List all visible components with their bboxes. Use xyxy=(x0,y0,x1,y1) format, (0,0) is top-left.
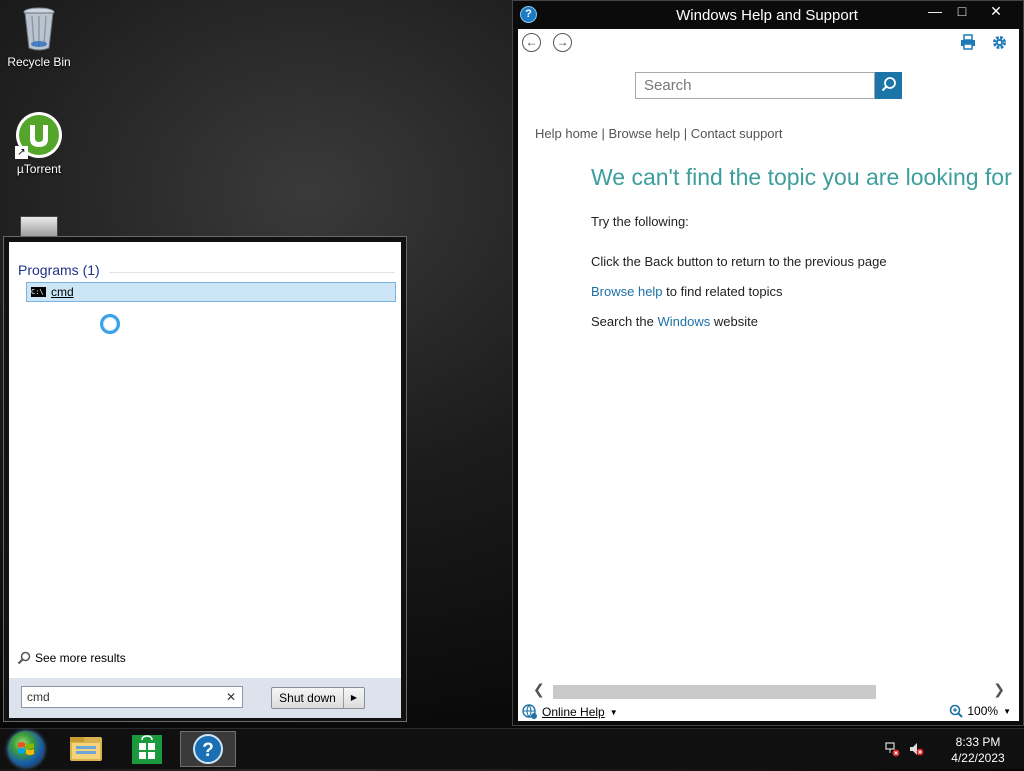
shortcut-arrow-icon: ↗ xyxy=(15,146,28,159)
scroll-right-arrow-icon[interactable]: ❯ xyxy=(993,681,1005,698)
desktop-icon-recycle-bin[interactable]: Recycle Bin xyxy=(1,6,77,69)
start-menu-results-pane: Programs (1) C:\ cmd See more results xyxy=(9,242,401,678)
start-menu: Programs (1) C:\ cmd See more results cm… xyxy=(3,236,407,722)
breadcrumb-separator: | xyxy=(601,126,605,141)
recycle-bin-icon xyxy=(21,6,57,52)
scrollbar-thumb[interactable] xyxy=(553,685,876,699)
online-help-label: Online Help xyxy=(542,705,605,719)
start-menu-bottom-bar: cmd ✕ Shut down ▶ xyxy=(9,678,401,718)
windows-website-link[interactable]: Windows xyxy=(658,314,711,329)
zoom-icon xyxy=(950,704,964,718)
settings-gear-icon[interactable] xyxy=(991,34,1008,56)
browse-help-inline-link[interactable]: Browse help xyxy=(591,284,663,299)
zoom-control[interactable]: 100% ▼ xyxy=(949,704,1011,718)
chevron-down-icon: ▼ xyxy=(609,707,618,717)
store-icon xyxy=(132,735,162,764)
hint-text-pre: Search the xyxy=(591,314,658,329)
taskbar-help-and-support[interactable]: ? xyxy=(180,731,236,767)
utorrent-icon: ↗ xyxy=(15,111,63,159)
browse-help-link[interactable]: Browse help xyxy=(609,126,681,141)
forward-arrow-icon[interactable]: → xyxy=(553,33,572,52)
help-home-link[interactable]: Help home xyxy=(535,126,598,141)
print-icon[interactable] xyxy=(960,34,976,55)
minimize-button[interactable]: — xyxy=(920,1,950,23)
zoom-level: 100% xyxy=(967,704,999,718)
help-content-area: ← → Search Help home | Browse help | Con… xyxy=(518,29,1019,721)
help-icon: ? xyxy=(193,734,223,764)
desktop-icon-program[interactable] xyxy=(1,216,77,238)
command-prompt-icon: C:\ xyxy=(31,287,46,297)
program-icon xyxy=(20,216,58,238)
search-text: cmd xyxy=(27,690,50,704)
browse-help-hint: Browse help to find related topics xyxy=(591,284,783,299)
see-more-label: See more results xyxy=(35,651,126,665)
desktop-icon-utorrent[interactable]: ↗ µTorrent xyxy=(1,111,77,176)
clock-date: 4/22/2023 xyxy=(951,751,1005,765)
system-tray: 8:33 PM 4/22/2023 xyxy=(884,729,1024,769)
taskbar: ? 8:33 PM 4/22/2023 xyxy=(0,728,1024,769)
programs-section-header: Programs (1) xyxy=(18,262,100,278)
close-button[interactable]: ✕ xyxy=(981,1,1011,23)
result-item-cmd[interactable]: C:\ cmd xyxy=(26,282,396,302)
horizontal-scrollbar[interactable]: ❮ ❯ xyxy=(518,681,1019,701)
maximize-button[interactable]: □ xyxy=(947,1,977,23)
clock-time: 8:33 PM xyxy=(955,735,1001,749)
see-more-results-link[interactable]: See more results xyxy=(17,651,126,665)
help-search-input[interactable]: Search xyxy=(635,72,875,99)
search-icon xyxy=(881,77,896,92)
start-search-input[interactable]: cmd ✕ xyxy=(21,686,243,708)
network-error-icon[interactable] xyxy=(884,741,900,757)
shut-down-label[interactable]: Shut down xyxy=(272,688,344,708)
breadcrumb-separator: | xyxy=(683,126,688,141)
desktop-icon-label: Recycle Bin xyxy=(7,55,71,69)
svg-text:?: ? xyxy=(202,740,214,761)
volume-muted-icon[interactable] xyxy=(908,741,924,757)
help-status-bar: Online Help ▼ 100% ▼ xyxy=(518,701,1019,721)
page-heading: We can't find the topic you are looking … xyxy=(591,164,1012,190)
taskbar-file-explorer[interactable] xyxy=(58,731,114,767)
busy-spinner-icon xyxy=(100,314,120,334)
desktop-icon-label: µTorrent xyxy=(16,162,62,176)
taskbar-clock[interactable]: 8:33 PM 4/22/2023 xyxy=(948,734,1008,766)
folder-icon xyxy=(70,737,102,761)
help-and-support-window: ? Windows Help and Support — □ ✕ ← → Sea… xyxy=(512,0,1024,726)
start-button[interactable] xyxy=(8,731,44,767)
back-button-hint: Click the Back button to return to the p… xyxy=(591,254,887,269)
clear-search-icon[interactable]: ✕ xyxy=(226,687,236,707)
windows-website-hint: Search the Windows website xyxy=(591,314,758,329)
hint-text-post: website xyxy=(710,314,758,329)
taskbar-windows-store[interactable] xyxy=(119,731,175,767)
back-arrow-icon[interactable]: ← xyxy=(522,33,541,52)
help-breadcrumb: Help home | Browse help | Contact suppor… xyxy=(535,126,782,141)
online-help-toggle[interactable]: Online Help ▼ xyxy=(522,704,618,720)
help-search-button[interactable] xyxy=(875,72,902,99)
result-item-label: cmd xyxy=(51,285,74,299)
shut-down-button[interactable]: Shut down ▶ xyxy=(271,687,365,709)
contact-support-link[interactable]: Contact support xyxy=(691,126,783,141)
online-help-icon xyxy=(522,704,537,719)
windows-logo-icon xyxy=(18,742,34,755)
browse-help-hint-text: to find related topics xyxy=(662,284,783,299)
chevron-down-icon: ▼ xyxy=(1003,706,1011,716)
magnifier-icon xyxy=(17,651,31,665)
window-titlebar[interactable]: ? Windows Help and Support — □ ✕ xyxy=(513,1,1023,29)
section-divider xyxy=(109,272,395,273)
shut-down-options-arrow-icon[interactable]: ▶ xyxy=(344,688,364,708)
try-following-text: Try the following: xyxy=(591,214,689,229)
scroll-left-arrow-icon[interactable]: ❮ xyxy=(533,681,545,698)
